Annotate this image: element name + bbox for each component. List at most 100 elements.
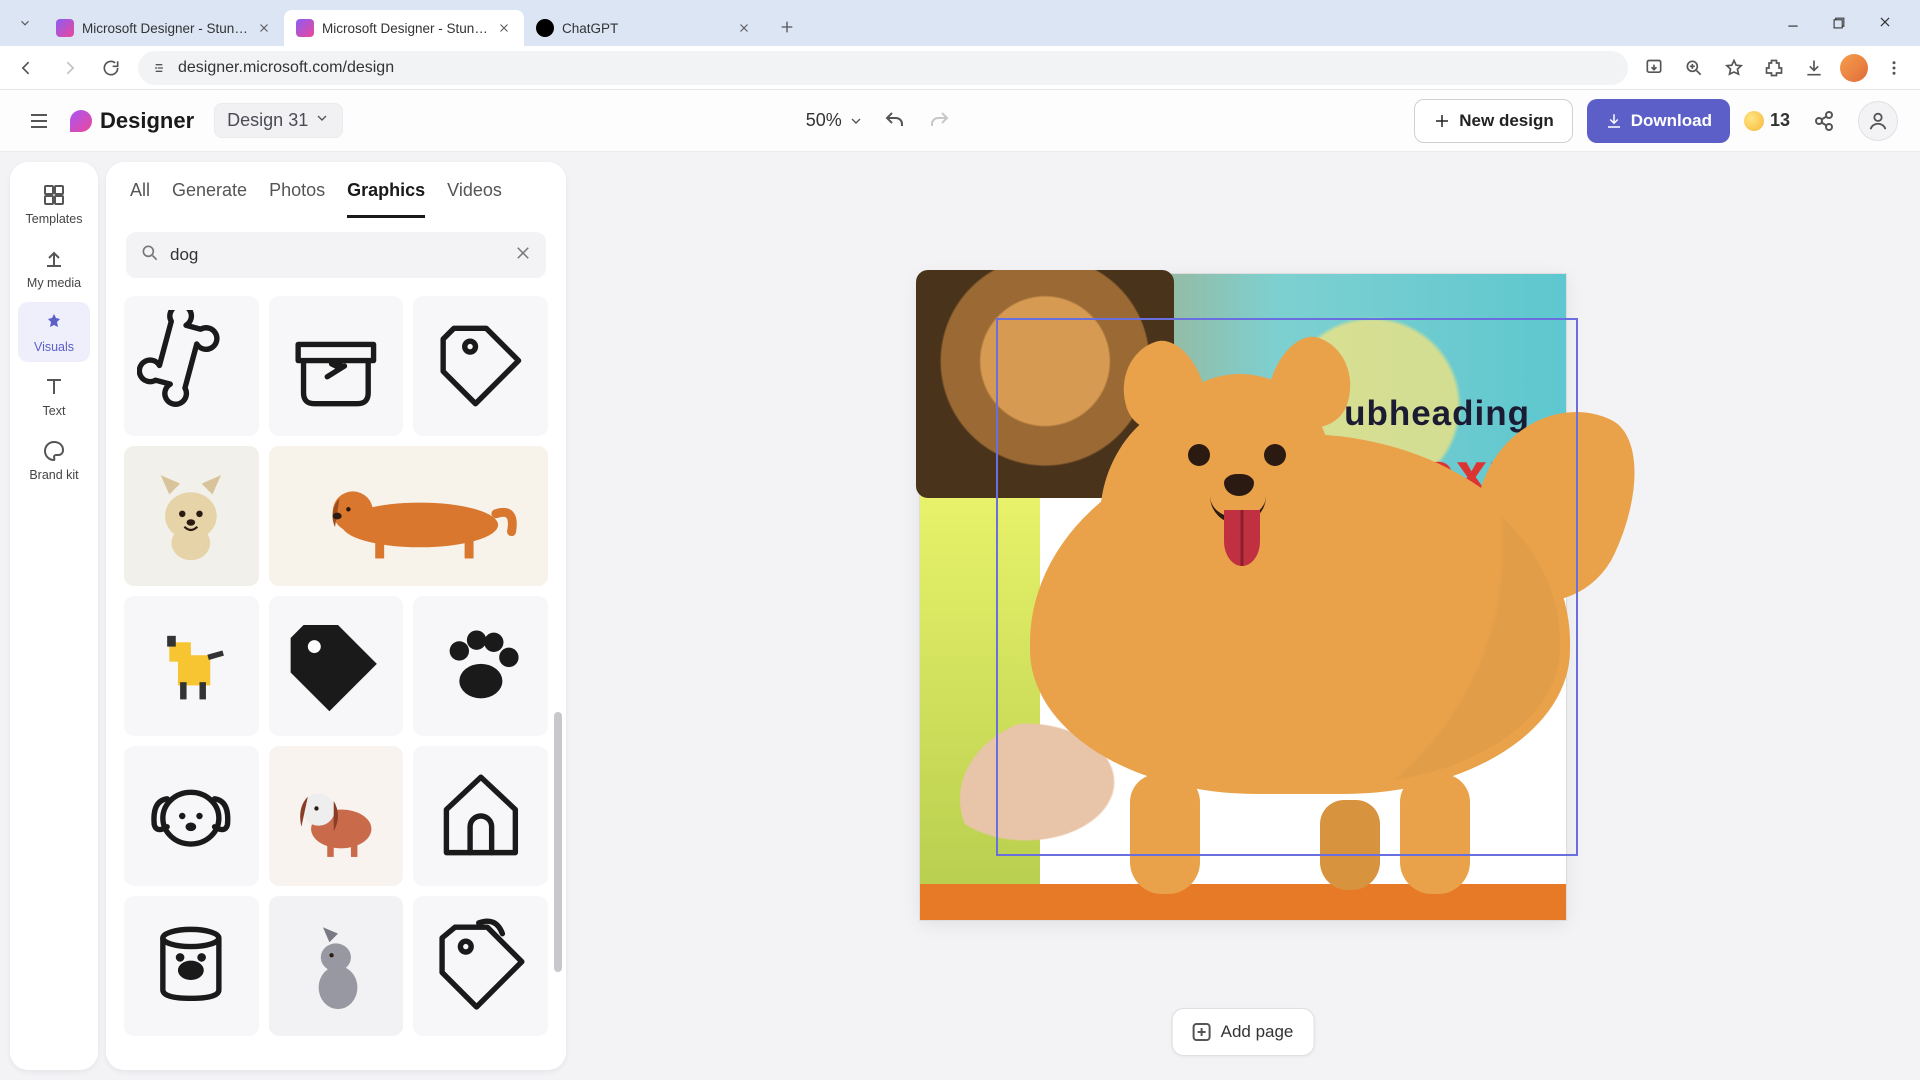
panel-tab-photos[interactable]: Photos xyxy=(269,180,325,218)
search-icon xyxy=(140,243,160,268)
rail-item-label: Text xyxy=(43,404,66,418)
result-sitting-dog-gray[interactable] xyxy=(269,896,404,1036)
bookmark-star-icon[interactable] xyxy=(1720,54,1748,82)
redo-button[interactable] xyxy=(926,108,952,134)
rail-item-mymedia[interactable]: My media xyxy=(18,238,90,298)
templates-icon xyxy=(41,182,67,208)
designer-favicon xyxy=(296,19,314,37)
header-right-cluster: New design Download 13 xyxy=(1414,99,1898,143)
panel-scrollbar[interactable] xyxy=(554,332,562,1050)
window-minimize-button[interactable] xyxy=(1770,6,1816,38)
visuals-icon xyxy=(41,310,67,336)
result-price-tag-solid[interactable] xyxy=(269,596,404,736)
credits-counter[interactable]: 13 xyxy=(1744,110,1790,131)
chevron-down-icon xyxy=(848,113,864,129)
browser-tab[interactable]: Microsoft Designer - Stunning xyxy=(284,10,524,46)
tab-title: ChatGPT xyxy=(562,21,728,36)
result-chihuahua[interactable] xyxy=(124,446,259,586)
text-icon xyxy=(41,374,67,400)
download-label: Download xyxy=(1631,111,1712,131)
undo-button[interactable] xyxy=(882,108,908,134)
selection-outline[interactable] xyxy=(996,318,1578,856)
panel-tab-graphics[interactable]: Graphics xyxy=(347,180,425,218)
window-close-button[interactable] xyxy=(1862,6,1908,38)
result-paw-print-solid[interactable] xyxy=(413,596,548,736)
add-page-label: Add page xyxy=(1221,1022,1294,1042)
download-button[interactable]: Download xyxy=(1587,99,1730,143)
clear-search-icon[interactable] xyxy=(514,244,532,267)
result-dachshund[interactable] xyxy=(269,446,548,586)
rail-item-label: My media xyxy=(27,276,81,290)
bottom-strip[interactable] xyxy=(920,884,1566,920)
plus-icon xyxy=(1433,112,1451,130)
designer-wordmark: Designer xyxy=(100,108,194,134)
profile-avatar[interactable] xyxy=(1840,54,1868,82)
visuals-panel: All Generate Photos Graphics Videos xyxy=(106,162,566,1070)
rail-item-brandkit[interactable]: Brand kit xyxy=(18,430,90,490)
rail-item-label: Brand kit xyxy=(29,468,78,482)
browser-menu-icon[interactable] xyxy=(1880,54,1908,82)
zoom-icon[interactable] xyxy=(1680,54,1708,82)
toolbar-right-icons xyxy=(1640,54,1908,82)
result-small-dog-yellow[interactable] xyxy=(124,596,259,736)
reload-button[interactable] xyxy=(96,53,126,83)
tab-title: Microsoft Designer - Stunning xyxy=(322,21,488,36)
result-dog-house-outline[interactable] xyxy=(413,746,548,886)
search-field-wrap xyxy=(126,232,546,278)
new-tab-button[interactable] xyxy=(770,10,804,44)
site-info-icon[interactable] xyxy=(150,59,168,77)
panel-tab-all[interactable]: All xyxy=(130,180,150,218)
close-tab-icon[interactable] xyxy=(496,20,512,36)
tabs-dropdown-button[interactable] xyxy=(12,10,38,36)
address-bar[interactable]: designer.microsoft.com/design xyxy=(138,51,1628,85)
share-button[interactable] xyxy=(1804,101,1844,141)
workspace: Templates My media Visuals Text Brand ki… xyxy=(0,152,1920,1080)
new-design-button[interactable]: New design xyxy=(1414,99,1572,143)
zoom-dropdown[interactable]: 50% xyxy=(806,110,864,131)
canvas-area[interactable]: ubheading text xyxy=(566,152,1920,1080)
header-center-controls: 50% xyxy=(357,108,1400,134)
credits-value: 13 xyxy=(1770,110,1790,131)
result-price-tag-outline-alt[interactable] xyxy=(413,896,548,1036)
forward-button[interactable] xyxy=(54,53,84,83)
panel-tab-generate[interactable]: Generate xyxy=(172,180,247,218)
designer-logomark-icon xyxy=(70,110,92,132)
add-page-button[interactable]: Add page xyxy=(1172,1008,1315,1056)
window-maximize-button[interactable] xyxy=(1816,6,1862,38)
account-button[interactable] xyxy=(1858,101,1898,141)
chevron-down-icon xyxy=(314,110,330,131)
extensions-icon[interactable] xyxy=(1760,54,1788,82)
browser-toolbar: designer.microsoft.com/design xyxy=(0,46,1920,90)
back-button[interactable] xyxy=(12,53,42,83)
menu-button[interactable] xyxy=(22,104,56,138)
rail-item-text[interactable]: Text xyxy=(18,366,90,426)
rail-item-templates[interactable]: Templates xyxy=(18,174,90,234)
rail-item-visuals[interactable]: Visuals xyxy=(18,302,90,362)
result-dog-food-can-outline[interactable] xyxy=(124,896,259,1036)
search-results xyxy=(106,286,566,1070)
result-price-tag-outline[interactable] xyxy=(413,296,548,436)
downloads-icon[interactable] xyxy=(1800,54,1828,82)
scrollbar-thumb[interactable] xyxy=(554,712,562,972)
app-header: Designer Design 31 50% New design Downlo… xyxy=(0,90,1920,152)
browser-tab[interactable]: Microsoft Designer - Stunning xyxy=(44,10,284,46)
brandkit-icon xyxy=(41,438,67,464)
close-tab-icon[interactable] xyxy=(736,20,752,36)
left-rail: Templates My media Visuals Text Brand ki… xyxy=(10,162,98,1070)
artboard[interactable]: ubheading text xyxy=(920,274,1566,920)
result-dog-face-outline[interactable] xyxy=(124,746,259,886)
designer-favicon xyxy=(56,19,74,37)
result-bone-outline[interactable] xyxy=(124,296,259,436)
designer-logo[interactable]: Designer xyxy=(70,108,194,134)
result-dog-bowl-outline[interactable] xyxy=(269,296,404,436)
window-controls xyxy=(1770,6,1908,38)
browser-tab[interactable]: ChatGPT xyxy=(524,10,764,46)
search-input[interactable] xyxy=(170,245,504,265)
coin-icon xyxy=(1744,111,1764,131)
design-name-dropdown[interactable]: Design 31 xyxy=(214,103,343,138)
mymedia-icon xyxy=(41,246,67,272)
panel-tab-videos[interactable]: Videos xyxy=(447,180,502,218)
install-app-icon[interactable] xyxy=(1640,54,1668,82)
result-beagle[interactable] xyxy=(269,746,404,886)
close-tab-icon[interactable] xyxy=(256,20,272,36)
